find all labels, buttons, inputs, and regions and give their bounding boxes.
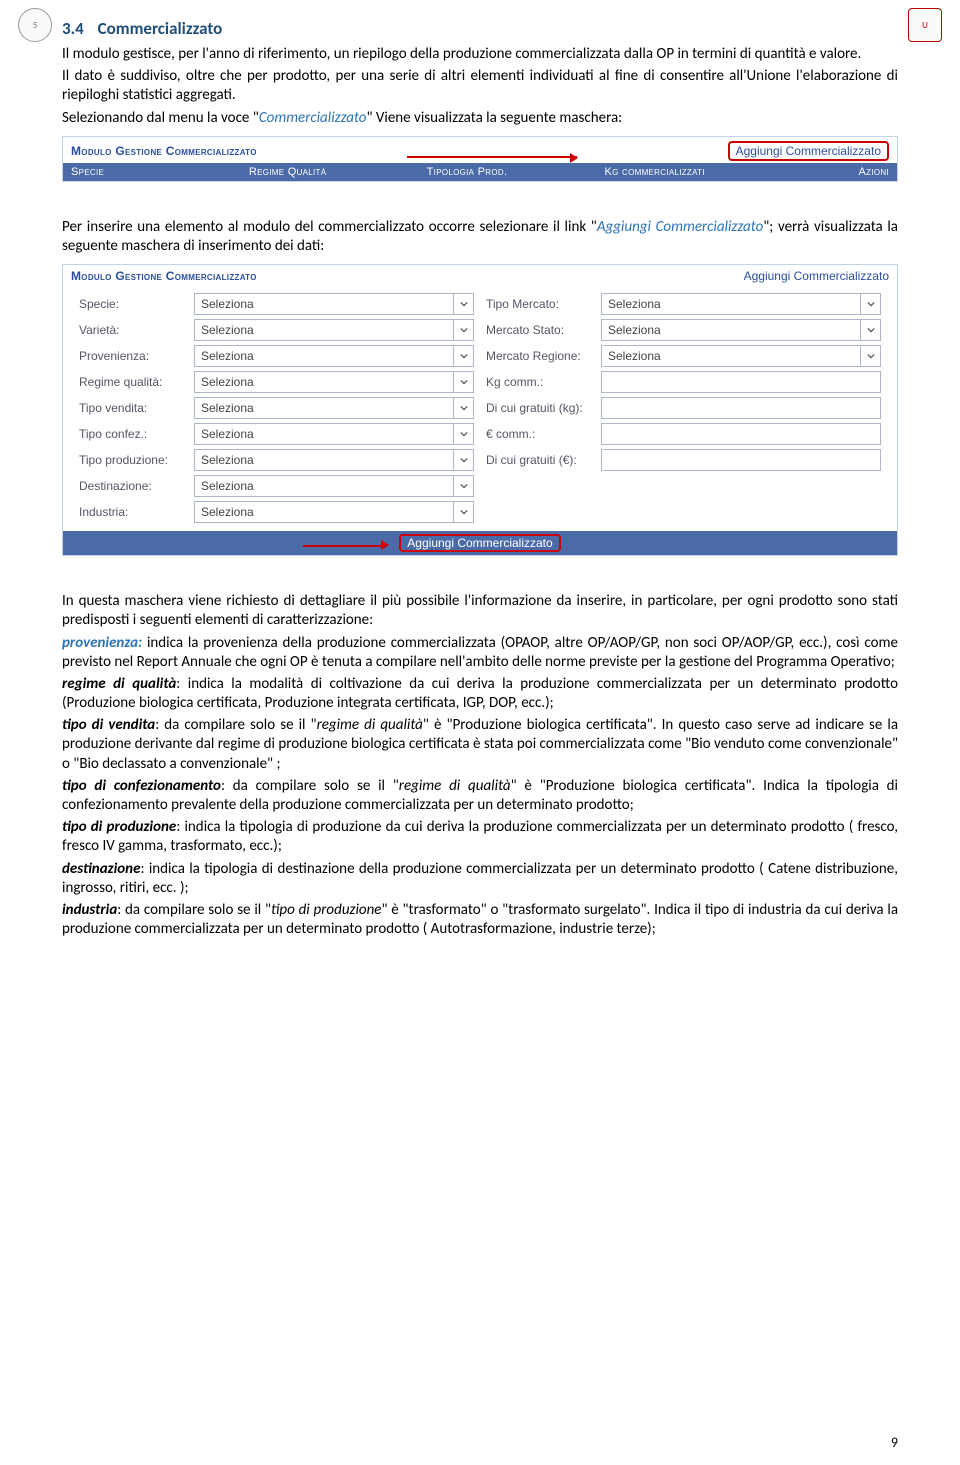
screenshot-module-header: Modulo Gestione Commercializzato Aggiung… (62, 136, 898, 182)
term-tipo-confez: tipo di confezionamento (62, 777, 221, 795)
chevron-down-icon (453, 320, 473, 340)
gratuiti-eur-input[interactable] (601, 449, 881, 471)
label-mercato-regione: Mercato Regione: (486, 349, 601, 363)
form-submit-bar: Aggiungi Commercializzato (63, 531, 897, 555)
module-title: Modulo Gestione Commercializzato (71, 144, 257, 158)
paragraph: regime di qualità: indica la modalità di… (62, 675, 898, 713)
col-azioni: Azioni (782, 166, 889, 178)
col-tipologia: Tipologia Prod. (427, 166, 605, 178)
col-specie: Specie (71, 166, 249, 178)
varieta-select[interactable]: Seleziona (194, 319, 474, 341)
link-name: Aggiungi Commercializzato (597, 218, 763, 236)
industria-select[interactable]: Seleziona (194, 501, 474, 523)
label-industria: Industria: (79, 505, 194, 519)
label-specie: Specie: (79, 297, 194, 311)
label-tipo-prod: Tipo produzione: (79, 453, 194, 467)
mercato-regione-select[interactable]: Seleziona (601, 345, 881, 367)
col-kg: Kg commercializzati (604, 166, 782, 178)
paragraph: Il modulo gestisce, per l'anno di riferi… (62, 45, 898, 64)
chevron-down-icon (453, 450, 473, 470)
paragraph: tipo di confezionamento: da compilare so… (62, 777, 898, 815)
label-tipo-mercato: Tipo Mercato: (486, 297, 601, 311)
screenshot-form: Modulo Gestione Commercializzato Aggiung… (62, 264, 898, 556)
arrow-icon (407, 156, 577, 158)
kg-input[interactable] (601, 371, 881, 393)
tipo-vendita-select[interactable]: Seleziona (194, 397, 474, 419)
provenienza-select[interactable]: Seleziona (194, 345, 474, 367)
menu-voice: Commercializzato (259, 109, 367, 127)
paragraph: industria: da compilare solo se il "tipo… (62, 901, 898, 939)
specie-select[interactable]: Seleziona (194, 293, 474, 315)
term-provenienza: provenienza: (62, 634, 142, 652)
page-number: 9 (891, 1434, 898, 1451)
chevron-down-icon (453, 502, 473, 522)
label-eur: € comm.: (486, 427, 601, 441)
paragraph: Il dato è suddiviso, oltre che per prodo… (62, 67, 898, 105)
paragraph: Per inserire una elemento al modulo del … (62, 218, 898, 256)
chevron-down-icon (453, 424, 473, 444)
chevron-down-icon (453, 476, 473, 496)
label-gratuiti-kg: Di cui gratuiti (kg): (486, 401, 601, 415)
paragraph: tipo di produzione: indica la tipologia … (62, 818, 898, 856)
tipo-mercato-select[interactable]: Seleziona (601, 293, 881, 315)
chevron-down-icon (453, 398, 473, 418)
term-tipo-prod: tipo di produzione (62, 818, 176, 836)
term-regime: regime di qualità (62, 675, 176, 693)
paragraph: destinazione: indica la tipologia di des… (62, 860, 898, 898)
label-mercato-stato: Mercato Stato: (486, 323, 601, 337)
logo-right-icon: U (908, 8, 942, 42)
term-tipo-vendita: tipo di vendita (62, 716, 155, 734)
chevron-down-icon (453, 372, 473, 392)
col-regime: Regime Qualità (249, 166, 427, 178)
paragraph: In questa maschera viene richiesto di de… (62, 592, 898, 630)
mercato-stato-select[interactable]: Seleziona (601, 319, 881, 341)
add-commercializzato-link[interactable]: Aggiungi Commercializzato (744, 269, 889, 283)
chevron-down-icon (453, 346, 473, 366)
chevron-down-icon (860, 320, 880, 340)
destinazione-select[interactable]: Seleziona (194, 475, 474, 497)
label-kg: Kg comm.: (486, 375, 601, 389)
paragraph: Selezionando dal menu la voce "Commercia… (62, 109, 898, 128)
table-header-row: Specie Regime Qualità Tipologia Prod. Kg… (63, 163, 897, 181)
logo-left-icon: 5 (18, 8, 52, 42)
label-destinazione: Destinazione: (79, 479, 194, 493)
label-tipo-confez: Tipo confez.: (79, 427, 194, 441)
tipo-prod-select[interactable]: Seleziona (194, 449, 474, 471)
chevron-down-icon (453, 294, 473, 314)
label-gratuiti-eur: Di cui gratuiti (€): (486, 453, 601, 467)
paragraph: tipo di vendita: da compilare solo se il… (62, 716, 898, 774)
tipo-confez-select[interactable]: Seleziona (194, 423, 474, 445)
chevron-down-icon (860, 346, 880, 366)
label-varieta: Varietà: (79, 323, 194, 337)
paragraph: provenienza: indica la provenienza della… (62, 634, 898, 672)
module-title: Modulo Gestione Commercializzato (71, 269, 257, 283)
chevron-down-icon (860, 294, 880, 314)
gratuiti-kg-input[interactable] (601, 397, 881, 419)
label-tipo-vendita: Tipo vendita: (79, 401, 194, 415)
eur-input[interactable] (601, 423, 881, 445)
aggiungi-button[interactable]: Aggiungi Commercializzato (399, 534, 560, 552)
term-destinazione: destinazione (62, 860, 140, 878)
label-provenienza: Provenienza: (79, 349, 194, 363)
regime-select[interactable]: Seleziona (194, 371, 474, 393)
add-commercializzato-link[interactable]: Aggiungi Commercializzato (728, 141, 889, 161)
term-industria: industria (62, 901, 117, 919)
label-regime: Regime qualità: (79, 375, 194, 389)
